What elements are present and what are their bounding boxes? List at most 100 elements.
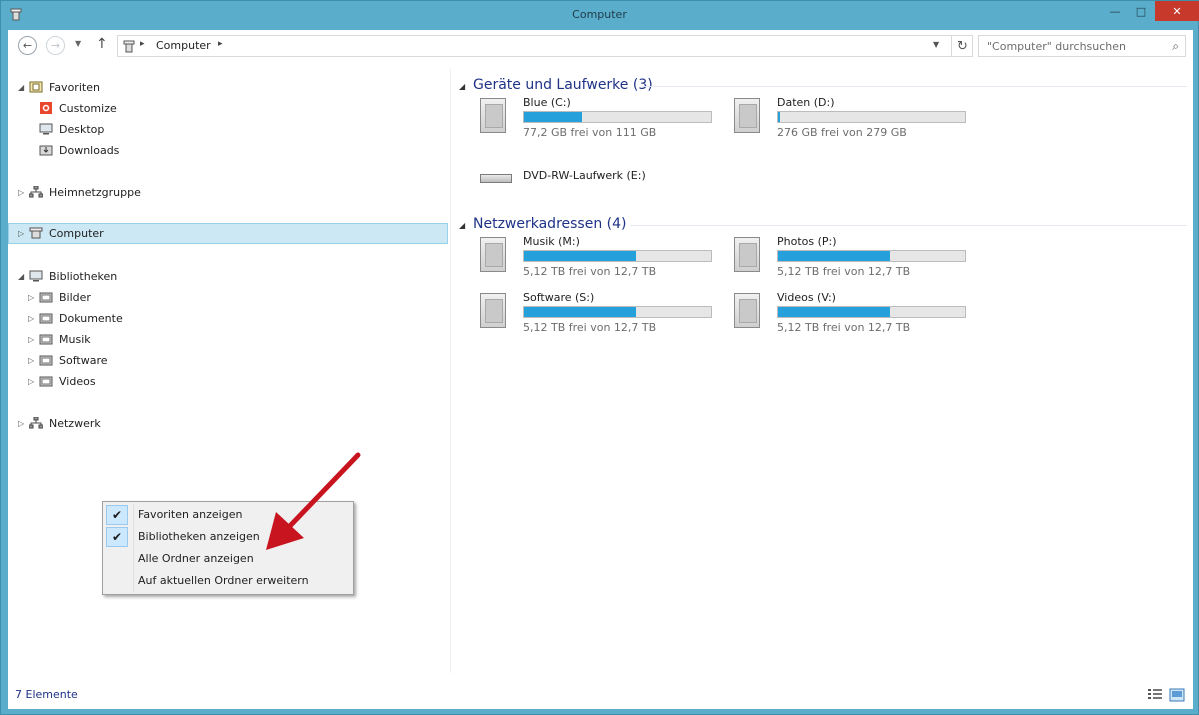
network-drive-tile[interactable]: Photos (P:) 5,12 TB frei von 12,7 TB (734, 235, 984, 285)
menu-item-label: Bibliotheken anzeigen (138, 530, 260, 543)
drive-free-space: 5,12 TB frei von 12,7 TB (523, 321, 657, 334)
dvd-drive-icon (480, 174, 512, 183)
folder-icon (39, 376, 53, 387)
title-bar[interactable]: Computer — □ ✕ (1, 1, 1199, 29)
collapsed-arrow-icon[interactable]: ▷ (28, 356, 34, 365)
tree-label: Favoriten (49, 81, 100, 94)
forward-button[interactable]: → (46, 36, 65, 55)
folder-icon (39, 313, 53, 324)
drive-usage-fill (778, 112, 780, 122)
collapsed-arrow-icon[interactable]: ▷ (18, 419, 24, 428)
tree-favorites[interactable]: ◢ Favoriten (8, 78, 448, 99)
tree-label: Software (59, 354, 108, 367)
search-input[interactable]: "Computer" durchsuchen (987, 40, 1126, 53)
address-bar[interactable]: ▸ Computer ▸ ▼ ↻ (117, 35, 973, 57)
checkmark-icon: ✔ (106, 527, 128, 547)
drive-name: Videos (V:) (777, 291, 836, 304)
tree-item-software[interactable]: ▷ Software (8, 351, 448, 372)
refresh-button[interactable]: ↻ (951, 36, 973, 56)
tree-item-customize[interactable]: Customize (8, 99, 448, 120)
collapsed-arrow-icon[interactable]: ▷ (18, 229, 24, 238)
collapsed-arrow-icon[interactable]: ▷ (28, 335, 34, 344)
collapsed-arrow-icon[interactable]: ▷ (28, 314, 34, 323)
dvd-drive-tile[interactable]: DVD-RW-Laufwerk (E:) (480, 169, 730, 193)
network-drive-icon (734, 237, 760, 272)
folder-icon (39, 334, 53, 345)
back-button[interactable]: ← (18, 36, 37, 55)
menu-item-expand-to-current-folder[interactable]: Auf aktuellen Ordner erweitern (105, 570, 351, 592)
tree-label: Bibliotheken (49, 270, 118, 283)
annotation-arrow-icon (266, 452, 361, 550)
tree-label: Computer (49, 227, 104, 240)
window-content: ← → ▼ ↑ ▸ Computer ▸ ▼ ↻ "Computer" durc… (8, 30, 1193, 709)
expanded-arrow-icon[interactable]: ◢ (18, 272, 24, 281)
maximize-button[interactable]: □ (1128, 1, 1154, 21)
tree-item-downloads[interactable]: Downloads (8, 141, 448, 162)
minimize-button[interactable]: — (1102, 1, 1128, 21)
address-dropdown[interactable]: ▼ (933, 40, 939, 49)
tree-homegroup[interactable]: ▷ Heimnetzgruppe (8, 183, 448, 204)
expanded-arrow-icon[interactable]: ◢ (18, 83, 24, 92)
collapsed-arrow-icon[interactable]: ▷ (28, 293, 34, 302)
tree-item-videos[interactable]: ▷ Videos (8, 372, 448, 393)
group-collapse-icon[interactable]: ◢ (459, 82, 465, 91)
tree-item-musik[interactable]: ▷ Musik (8, 330, 448, 351)
drive-usage-bar (523, 306, 712, 318)
drive-tile[interactable]: Daten (D:) 276 GB frei von 279 GB (734, 96, 984, 146)
libraries-icon (29, 270, 43, 282)
navigation-bar: ← → ▼ ↑ ▸ Computer ▸ ▼ ↻ "Computer" durc… (8, 30, 1193, 62)
group-collapse-icon[interactable]: ◢ (459, 221, 465, 230)
computer-icon (29, 227, 43, 239)
drive-usage-fill (524, 307, 636, 317)
drive-name: Photos (P:) (777, 235, 837, 248)
collapsed-arrow-icon[interactable]: ▷ (18, 188, 24, 197)
recent-locations-dropdown[interactable]: ▼ (75, 39, 81, 48)
status-bar: 7 Elemente (8, 684, 1193, 706)
tree-label: Musik (59, 333, 91, 346)
collapsed-arrow-icon[interactable]: ▷ (28, 377, 34, 386)
content-pane: ◢ Geräte und Laufwerke (3) Blue (C:) 77,… (452, 68, 1193, 673)
homegroup-icon (29, 186, 43, 198)
menu-item-label: Favoriten anzeigen (138, 508, 243, 521)
drive-tile[interactable]: Blue (C:) 77,2 GB frei von 111 GB (480, 96, 730, 146)
menu-item-label: Alle Ordner anzeigen (138, 552, 254, 565)
customize-icon (40, 102, 52, 114)
network-drive-tile[interactable]: Videos (V:) 5,12 TB frei von 12,7 TB (734, 291, 984, 341)
tree-network[interactable]: ▷ Netzwerk (8, 414, 448, 435)
drive-free-space: 77,2 GB frei von 111 GB (523, 126, 657, 139)
tree-item-bilder[interactable]: ▷ Bilder (8, 288, 448, 309)
network-drive-tile[interactable]: Musik (M:) 5,12 TB frei von 12,7 TB (480, 235, 730, 285)
hard-drive-icon (734, 98, 760, 133)
search-icon[interactable]: ⌕ (1172, 39, 1179, 54)
drive-usage-bar (523, 111, 712, 123)
breadcrumb-separator[interactable]: ▸ (218, 39, 223, 49)
tree-label: Videos (59, 375, 96, 388)
tree-libraries[interactable]: ◢ Bibliotheken (8, 267, 448, 288)
details-view-icon[interactable] (1147, 688, 1163, 702)
folder-icon (39, 292, 53, 303)
tree-computer[interactable]: ▷ Computer (8, 223, 448, 244)
breadcrumb-separator[interactable]: ▸ (140, 39, 145, 49)
drive-usage-bar (777, 306, 966, 318)
close-button[interactable]: ✕ (1155, 1, 1199, 21)
drive-usage-fill (524, 251, 636, 261)
group-header-network[interactable]: Netzwerkadressen (4) (473, 216, 627, 232)
group-header-devices[interactable]: Geräte und Laufwerke (3) (473, 77, 653, 93)
large-icons-view-icon[interactable] (1169, 688, 1185, 702)
breadcrumb-computer[interactable]: Computer (156, 39, 211, 52)
tree-label: Desktop (59, 123, 105, 136)
hard-drive-icon (480, 98, 506, 133)
tree-item-dokumente[interactable]: ▷ Dokumente (8, 309, 448, 330)
search-box[interactable]: "Computer" durchsuchen ⌕ (978, 35, 1186, 57)
drive-name: Musik (M:) (523, 235, 580, 248)
group-divider (642, 86, 1187, 87)
network-drive-icon (480, 237, 506, 272)
network-drive-tile[interactable]: Software (S:) 5,12 TB frei von 12,7 TB (480, 291, 730, 341)
tree-item-desktop[interactable]: Desktop (8, 120, 448, 141)
up-button[interactable]: ↑ (96, 36, 108, 52)
drive-name: Software (S:) (523, 291, 595, 304)
tree-label: Bilder (59, 291, 91, 304)
network-drive-icon (734, 293, 760, 328)
network-icon (29, 417, 43, 429)
tree-label: Netzwerk (49, 417, 101, 430)
